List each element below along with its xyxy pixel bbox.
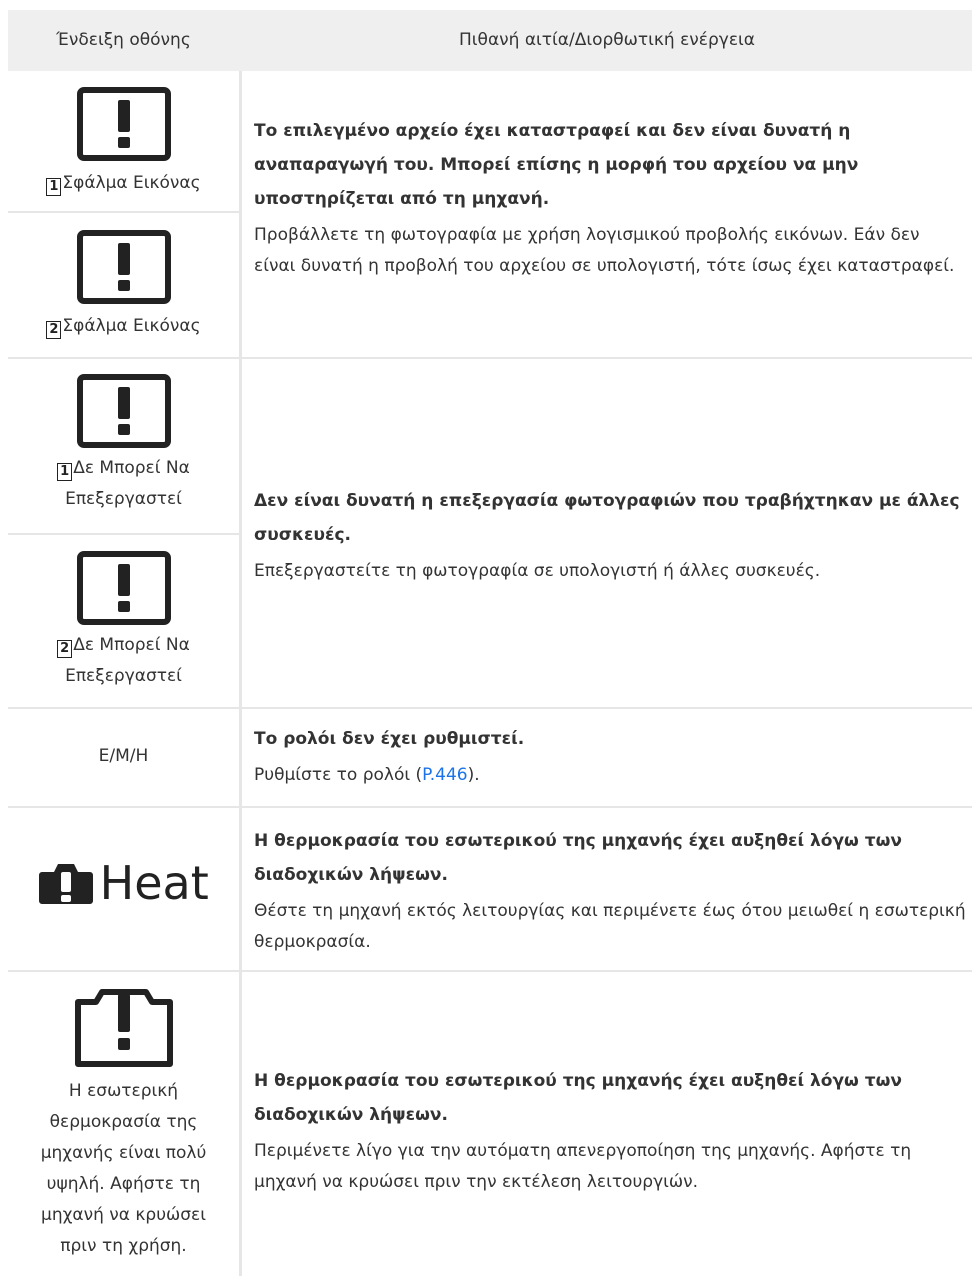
row-divider [8,970,972,972]
number-badge: 1 [57,463,73,481]
overheat-text-line: μηχανή να κρυώσει [41,1205,206,1225]
action-text: Περιμένετε λίγο για την αυτόματη απενεργ… [254,1141,912,1192]
row-divider [8,357,972,359]
cause-text: Το ρολόι δεν έχει ρυθμιστεί. [254,729,525,749]
header-display-indication: Ένδειξη οθόνης [56,30,191,50]
row-divider [8,806,972,808]
warning-box-icon [76,551,171,625]
overheat-text-line: μηχανής είναι πολύ [40,1143,207,1163]
camera-outline-warning-icon [74,989,173,1067]
troubleshooting-table: Ένδειξη οθόνης Πιθανή αιτία/Διορθωτική ε… [8,10,972,1276]
column-divider [239,71,242,1276]
display-cell: 1 Δε Μπορεί Να Επεξεργαστεί [8,373,239,515]
heat-label: Heat [99,856,209,910]
row-divider [8,533,239,535]
warning-box-icon [76,230,171,304]
error-label-line2: Επεξεργαστεί [65,489,182,509]
row-divider [8,707,972,709]
cause-text: Το επιλεγμένο αρχείο έχει καταστραφεί κα… [254,121,859,209]
number-badge: 1 [46,178,62,196]
overheat-text-line: Η εσωτερική [68,1081,179,1101]
number-badge: 2 [46,321,62,339]
error-label: Σφάλμα Εικόνας [62,173,201,193]
heat-indicator: Heat [8,853,239,913]
cause-cell: Η θερμοκρασία του εσωτερικού της μηχανής… [254,1064,966,1198]
warning-box-icon [76,87,171,161]
warning-box-icon [76,374,171,448]
overheat-text-line: θερμοκρασία της [49,1112,198,1132]
header-cause-action: Πιθανή αιτία/Διορθωτική ενέργεια [459,30,755,50]
error-label: Σφάλμα Εικόνας [62,316,201,336]
date-format-label: Ε/Μ/Η [98,746,149,766]
action-text: Επεξεργαστείτε τη φωτογραφία σε υπολογισ… [254,561,821,581]
overheat-text-line: πριν τη χρήση. [60,1236,187,1256]
cause-text: Η θερμοκρασία του εσωτερικού της μηχανής… [254,831,902,885]
display-cell: 1 Σφάλμα Εικόνας [8,86,239,199]
row-divider [8,211,239,213]
cause-text: Η θερμοκρασία του εσωτερικού της μηχανής… [254,1071,902,1125]
cause-cell: Η θερμοκρασία του εσωτερικού της μηχανής… [254,824,966,958]
error-label: Δε Μπορεί Να [73,635,190,655]
cause-cell: Δεν είναι δυνατή η επεξεργασία φωτογραφι… [254,484,966,587]
camera-warning-icon [39,864,94,904]
display-cell: 2 Δε Μπορεί Να Επεξεργαστεί [8,550,239,692]
action-text: Ρυθμίστε το ρολόι (P.446). [254,765,480,785]
action-text: Προβάλλετε τη φωτογραφία με χρήση λογισμ… [254,225,955,276]
error-label-line2: Επεξεργαστεί [65,666,182,686]
number-badge: 2 [57,640,73,658]
display-cell: Η εσωτερική θερμοκρασία της μηχανής είνα… [8,986,239,1262]
display-cell: 2 Σφάλμα Εικόνας [8,229,239,342]
page-reference-link[interactable]: P.446 [422,765,467,785]
error-label: Δε Μπορεί Να [73,458,190,478]
action-text: Θέστε τη μηχανή εκτός λειτουργίας και πε… [254,901,966,952]
cause-text: Δεν είναι δυνατή η επεξεργασία φωτογραφι… [254,491,960,545]
table-header: Ένδειξη οθόνης Πιθανή αιτία/Διορθωτική ε… [8,10,972,71]
cause-cell: Το ρολόι δεν έχει ρυθμιστεί. Ρυθμίστε το… [254,722,966,791]
overheat-text-line: υψηλή. Αφήστε τη [46,1174,201,1194]
cause-cell: Το επιλεγμένο αρχείο έχει καταστραφεί κα… [254,114,966,282]
